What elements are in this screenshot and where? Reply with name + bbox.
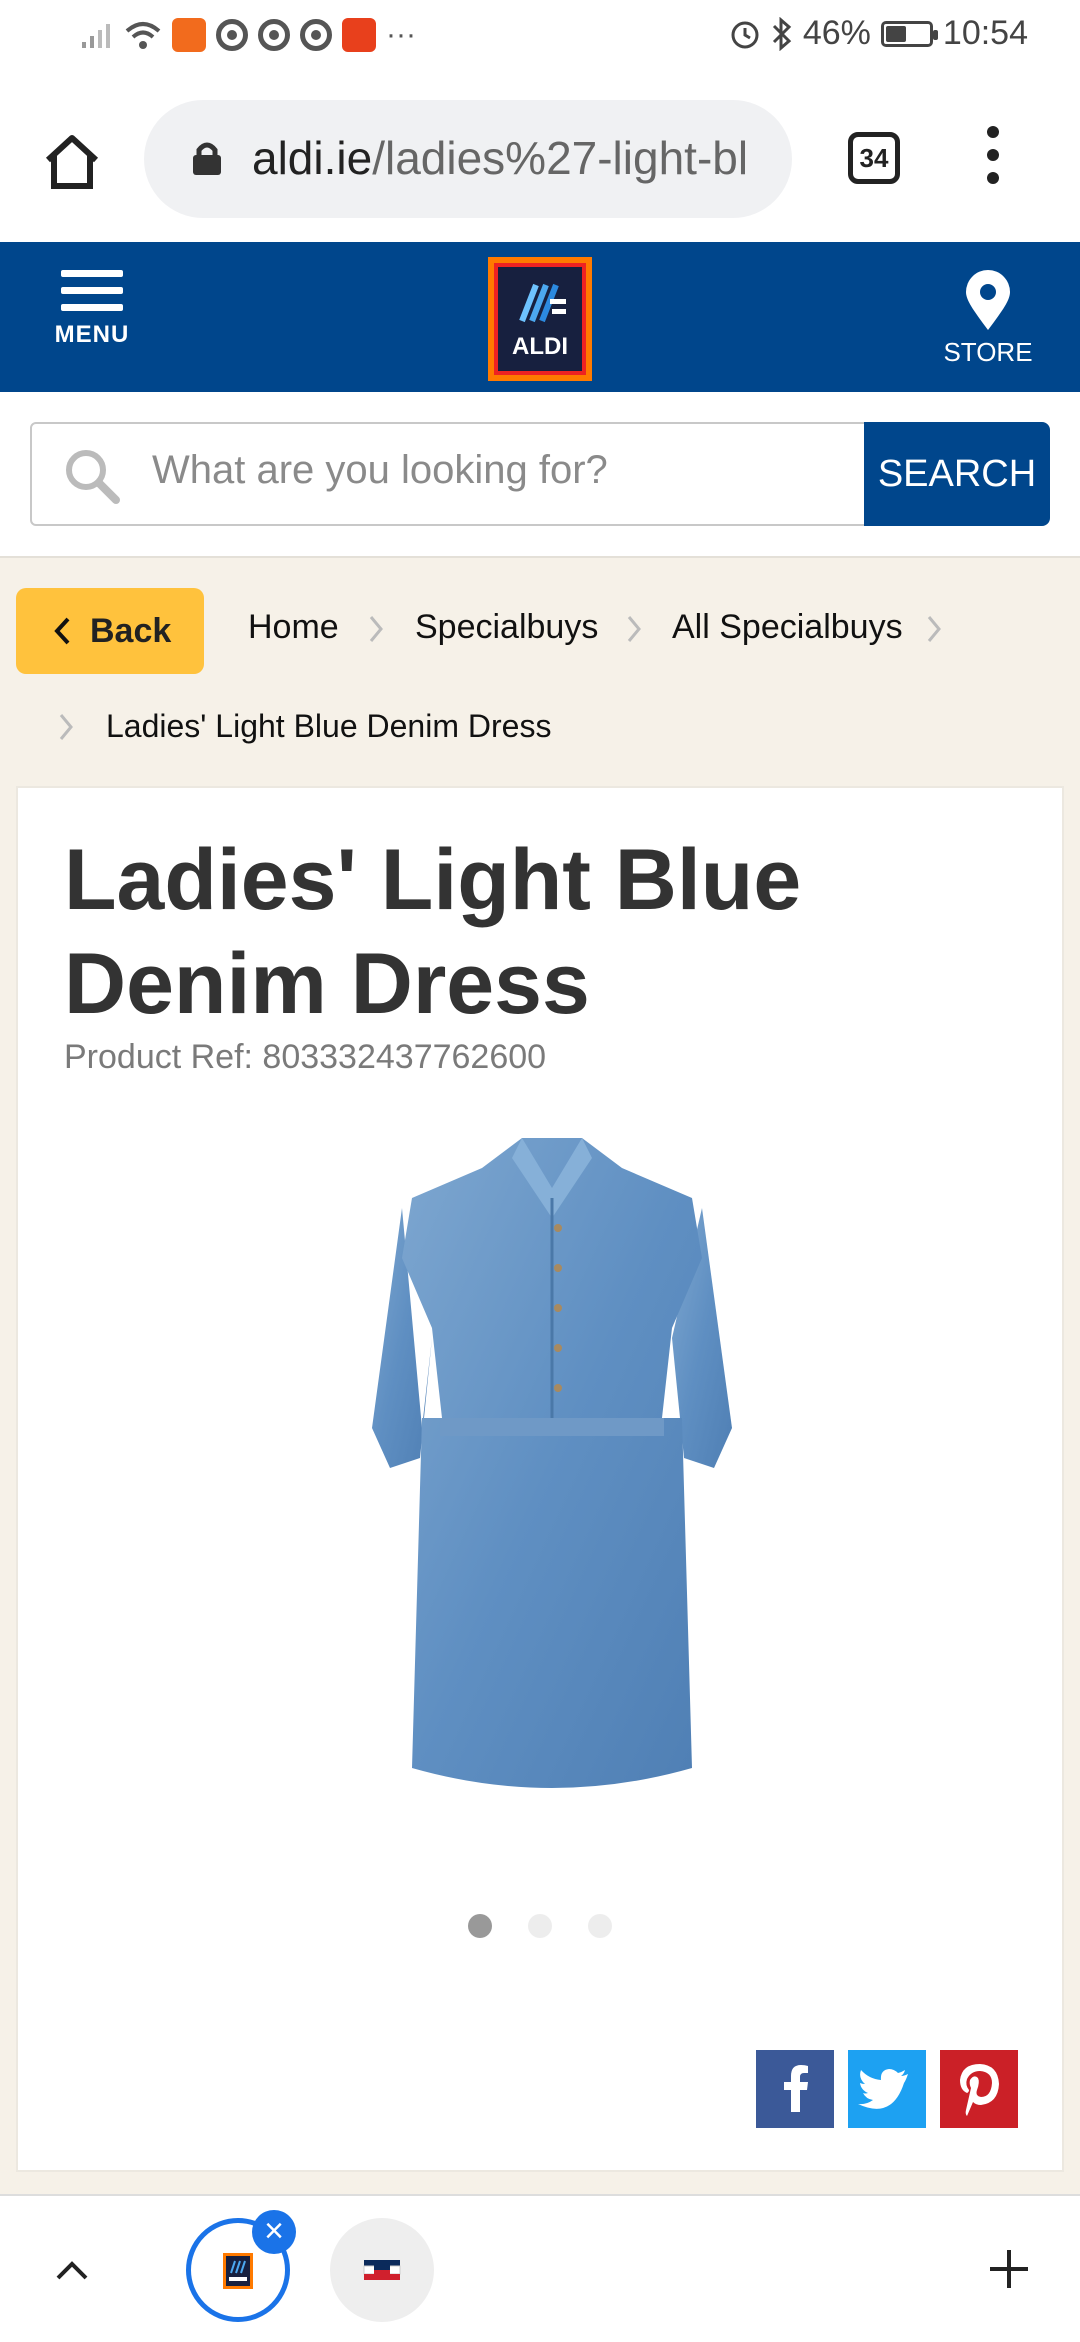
tommy-favicon	[363, 2260, 401, 2280]
twitter-icon	[858, 2069, 908, 2109]
browser-toolbar: aldi.ie/ladies%27-light-bl 34	[0, 76, 1080, 242]
hamburger-icon	[52, 270, 132, 311]
url-host: aldi.ie	[252, 132, 373, 184]
facebook-icon	[784, 2065, 808, 2112]
product-card: Ladies' Light Blue Denim Dress Product R…	[16, 786, 1064, 2172]
url-path: /ladies%27-light-bl	[372, 132, 749, 184]
more-notifications: ···	[386, 18, 416, 51]
search-placeholder: What are you looking for?	[152, 448, 608, 492]
breadcrumb-all-specialbuys[interactable]: All Specialbuys	[672, 608, 903, 647]
browser-tab-strip: ×	[0, 2194, 1080, 2342]
tab-switcher-button[interactable]: 34	[848, 132, 900, 184]
clock: 10:54	[942, 14, 1028, 52]
aliexpress-icon	[342, 18, 376, 52]
status-icons-left: ···	[80, 18, 416, 52]
location-pin-icon	[966, 270, 1010, 330]
chevron-right-icon	[59, 714, 73, 740]
image-carousel-dots	[468, 1914, 612, 1938]
back-label: Back	[90, 612, 172, 650]
chrome-icon	[300, 19, 332, 51]
chevron-right-icon	[369, 616, 383, 642]
chevron-up-icon[interactable]	[50, 2248, 94, 2292]
logo-stripes-icon	[519, 283, 566, 323]
breadcrumb-home[interactable]: Home	[248, 608, 339, 647]
chevron-left-icon	[54, 617, 70, 645]
battery-icon	[880, 20, 938, 47]
wifi-icon	[125, 22, 161, 49]
chrome-icon	[216, 19, 248, 51]
close-tab-icon[interactable]: ×	[252, 2210, 296, 2254]
status-bar: ··· 46% 10:54	[0, 0, 1080, 76]
bluetooth-icon	[772, 16, 792, 51]
new-tab-plus-icon[interactable]	[984, 2244, 1034, 2294]
lock-icon	[193, 142, 221, 175]
signal-icon	[82, 24, 110, 48]
share-facebook-button[interactable]	[756, 2050, 834, 2128]
product-image[interactable]	[362, 1128, 742, 1808]
menu-label: MENU	[54, 321, 130, 348]
logo-text: ALDI	[512, 333, 568, 360]
search-icon	[66, 450, 120, 504]
store-label: STORE	[943, 337, 1033, 367]
home-icon[interactable]	[40, 130, 104, 194]
search-bar: What are you looking for? SEARCH	[0, 392, 1080, 558]
chrome-icon	[258, 19, 290, 51]
breadcrumb-current: Ladies' Light Blue Denim Dress	[106, 708, 552, 744]
carousel-dot-3[interactable]	[588, 1914, 612, 1938]
back-button[interactable]: Back	[16, 588, 204, 674]
aldi-logo[interactable]: ALDI	[488, 257, 592, 381]
share-pinterest-button[interactable]	[940, 2050, 1018, 2128]
battery-percent: 46%	[802, 14, 871, 52]
carousel-dot-2[interactable]	[528, 1914, 552, 1938]
pinterest-icon	[960, 2064, 999, 2116]
url-text: aldi.ie/ladies%27-light-bl	[252, 128, 772, 188]
search-button[interactable]: SEARCH	[864, 422, 1050, 526]
status-icons-right: 46% 10:54	[729, 14, 1028, 53]
app-notification-icon	[172, 18, 206, 52]
address-bar[interactable]: aldi.ie/ladies%27-light-bl	[144, 100, 792, 218]
chevron-right-icon	[927, 616, 941, 642]
share-twitter-button[interactable]	[848, 2050, 926, 2128]
search-input[interactable]: What are you looking for?	[30, 422, 866, 526]
product-ref: Product Ref: 803332437762600	[64, 1038, 547, 1076]
product-title: Ladies' Light Blue Denim Dress	[64, 832, 802, 1032]
breadcrumb-specialbuys[interactable]: Specialbuys	[415, 608, 598, 647]
store-finder-button[interactable]: STORE	[940, 270, 1036, 374]
menu-button[interactable]: MENU	[52, 270, 132, 366]
site-header: MENU ALDI STORE	[0, 242, 1080, 392]
overflow-menu-icon[interactable]	[986, 126, 1000, 196]
tab-tommy-hilfiger[interactable]	[330, 2218, 434, 2322]
carousel-dot-1[interactable]	[468, 1914, 492, 1938]
chevron-right-icon	[627, 616, 641, 642]
breadcrumb: Back Home Specialbuys All Specialbuys La…	[0, 556, 1080, 786]
alarm-icon	[731, 21, 759, 48]
